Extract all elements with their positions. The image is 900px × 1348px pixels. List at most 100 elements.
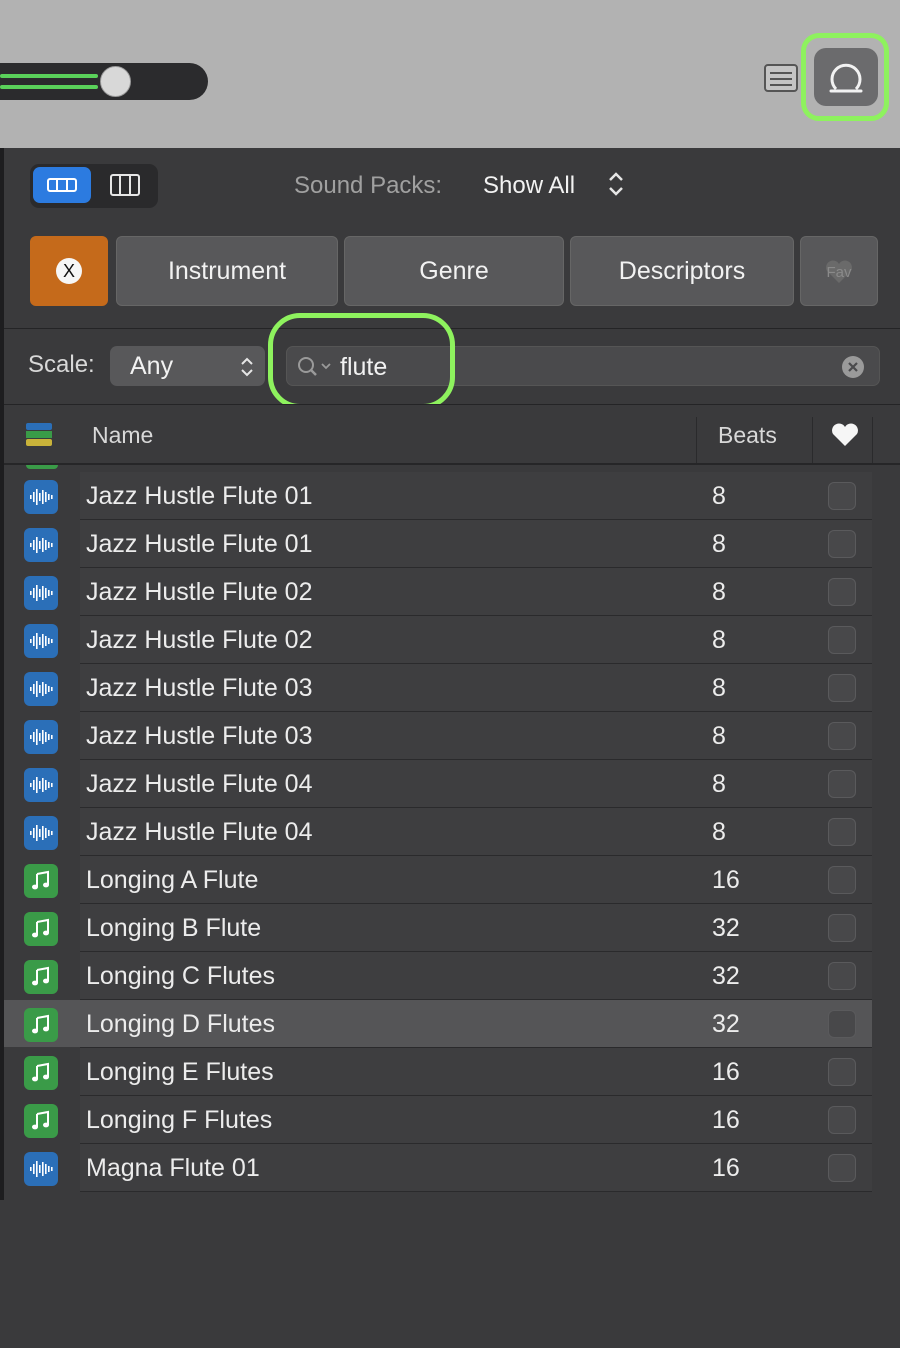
loop-beats: 16 xyxy=(712,1058,740,1086)
favorite-checkbox[interactable] xyxy=(828,674,856,702)
loop-results-list: Jazz Hustle Flute 01 8 Jazz Hustle Flute 0… xyxy=(4,472,900,1192)
loop-name: Longing B Flute xyxy=(86,914,262,942)
favorite-checkbox[interactable] xyxy=(828,1106,856,1134)
loop-name: Jazz Hustle Flute 03 xyxy=(86,722,313,750)
favorite-checkbox[interactable] xyxy=(828,770,856,798)
midi-loop-type-badge xyxy=(24,1008,58,1042)
midi-loop-icon xyxy=(32,966,49,986)
loop-name: Longing D Flutes xyxy=(86,1010,276,1038)
master-volume-slider[interactable] xyxy=(0,63,208,100)
audio-loop-icon xyxy=(30,585,53,601)
favorite-checkbox[interactable] xyxy=(828,1010,856,1038)
midi-loop-icon xyxy=(32,1014,49,1034)
favorite-checkbox[interactable] xyxy=(828,1058,856,1086)
loop-beats: 32 xyxy=(712,1010,740,1038)
view-toggle xyxy=(30,164,158,208)
table-row[interactable]: Jazz Hustle Flute 02 8 xyxy=(4,616,900,664)
midi-loop-type-badge xyxy=(24,1104,58,1138)
audio-loop-type-badge xyxy=(24,672,58,706)
favorites-filter-button[interactable]: Fav xyxy=(800,236,878,306)
table-row[interactable]: Longing B Flute 32 xyxy=(4,904,900,952)
favorite-column-heart-icon[interactable] xyxy=(830,422,860,448)
loop-name: Jazz Hustle Flute 01 xyxy=(86,530,313,558)
table-row[interactable]: Jazz Hustle Flute 04 8 xyxy=(4,808,900,856)
midi-loop-type-badge xyxy=(24,912,58,946)
volume-knob[interactable] xyxy=(100,66,131,97)
loop-name: Jazz Hustle Flute 02 xyxy=(86,626,313,654)
audio-loop-type-badge xyxy=(24,576,58,610)
midi-loop-icon xyxy=(32,1110,49,1130)
notes-icon[interactable] xyxy=(764,64,798,92)
column-view-icon xyxy=(110,174,140,196)
sound-packs-select[interactable]: Show All xyxy=(483,172,575,200)
loop-beats: 8 xyxy=(712,674,726,702)
loop-name: Jazz Hustle Flute 03 xyxy=(86,674,313,702)
loop-browser-button[interactable] xyxy=(814,48,878,106)
genre-filter-button[interactable]: Genre xyxy=(344,236,564,306)
audio-loop-icon xyxy=(30,537,53,553)
loop-beats: 16 xyxy=(712,1106,740,1134)
favorite-checkbox[interactable] xyxy=(828,866,856,894)
audio-loop-type-badge xyxy=(24,720,58,754)
midi-loop-icon xyxy=(32,870,49,890)
audio-loop-icon xyxy=(30,777,53,793)
loop-name: Jazz Hustle Flute 04 xyxy=(86,818,313,846)
partial-row-icon xyxy=(26,465,58,469)
audio-loop-icon xyxy=(30,825,53,841)
divider xyxy=(4,328,900,329)
clear-filters-button[interactable]: X xyxy=(30,236,108,306)
scale-value: Any xyxy=(130,352,174,380)
svg-text:X: X xyxy=(63,261,75,281)
loop-beats: 16 xyxy=(712,866,740,894)
table-row[interactable]: Jazz Hustle Flute 04 8 xyxy=(4,760,900,808)
svg-text:Fav: Fav xyxy=(826,264,852,281)
table-row[interactable]: Longing A Flute 16 xyxy=(4,856,900,904)
column-header-name[interactable]: Name xyxy=(92,422,153,449)
chevron-updown-icon xyxy=(241,357,253,377)
column-view-toggle[interactable] xyxy=(96,167,154,203)
loop-beats: 8 xyxy=(712,722,726,750)
table-row[interactable]: Jazz Hustle Flute 01 8 xyxy=(4,520,900,568)
table-row[interactable]: Longing E Flutes 16 xyxy=(4,1048,900,1096)
favorite-checkbox[interactable] xyxy=(828,1154,856,1182)
instrument-filter-button[interactable]: Instrument xyxy=(116,236,338,306)
table-row[interactable]: Longing D Flutes 32 xyxy=(4,1000,900,1048)
chevron-updown-icon[interactable] xyxy=(604,168,628,200)
loop-name: Jazz Hustle Flute 01 xyxy=(86,482,313,510)
favorite-checkbox[interactable] xyxy=(828,530,856,558)
descriptors-filter-button[interactable]: Descriptors xyxy=(570,236,794,306)
favorite-checkbox[interactable] xyxy=(828,818,856,846)
table-row[interactable]: Jazz Hustle Flute 03 8 xyxy=(4,664,900,712)
favorite-checkbox[interactable] xyxy=(828,914,856,942)
loop-browser-panel: Sound Packs: Show All X Instrument Genre… xyxy=(4,148,900,1348)
audio-loop-icon xyxy=(30,633,53,649)
loop-name: Longing F Flutes xyxy=(86,1106,273,1134)
favorite-checkbox[interactable] xyxy=(828,962,856,990)
level-meter-left xyxy=(0,74,98,78)
table-row[interactable]: Longing C Flutes 32 xyxy=(4,952,900,1000)
scale-select[interactable]: Any xyxy=(110,346,265,386)
button-view-toggle[interactable] xyxy=(33,167,91,203)
loop-beats: 8 xyxy=(712,770,726,798)
favorite-checkbox[interactable] xyxy=(828,482,856,510)
scale-label: Scale: xyxy=(28,351,95,378)
button-grid-icon xyxy=(47,178,77,192)
audio-loop-icon xyxy=(30,681,53,697)
table-row[interactable]: Longing F Flutes 16 xyxy=(4,1096,900,1144)
table-row[interactable]: Jazz Hustle Flute 03 8 xyxy=(4,712,900,760)
favorite-checkbox[interactable] xyxy=(828,578,856,606)
table-row[interactable]: Jazz Hustle Flute 01 8 xyxy=(4,472,900,520)
favorite-checkbox[interactable] xyxy=(828,626,856,654)
loop-beats: 8 xyxy=(712,626,726,654)
filter-bar: X Instrument Genre Descriptors Fav xyxy=(30,236,900,308)
favorite-checkbox[interactable] xyxy=(828,722,856,750)
column-header-beats[interactable]: Beats xyxy=(718,422,777,449)
table-row[interactable]: Magna Flute 01 16 xyxy=(4,1144,900,1192)
clear-search-icon[interactable] xyxy=(841,355,865,379)
audio-loop-icon xyxy=(30,1161,53,1177)
table-row[interactable]: Jazz Hustle Flute 02 8 xyxy=(4,568,900,616)
audio-loop-icon xyxy=(30,729,53,745)
loop-type-column-icon[interactable] xyxy=(24,421,54,449)
heart-icon: Fav xyxy=(826,260,852,283)
audio-loop-type-badge xyxy=(24,816,58,850)
